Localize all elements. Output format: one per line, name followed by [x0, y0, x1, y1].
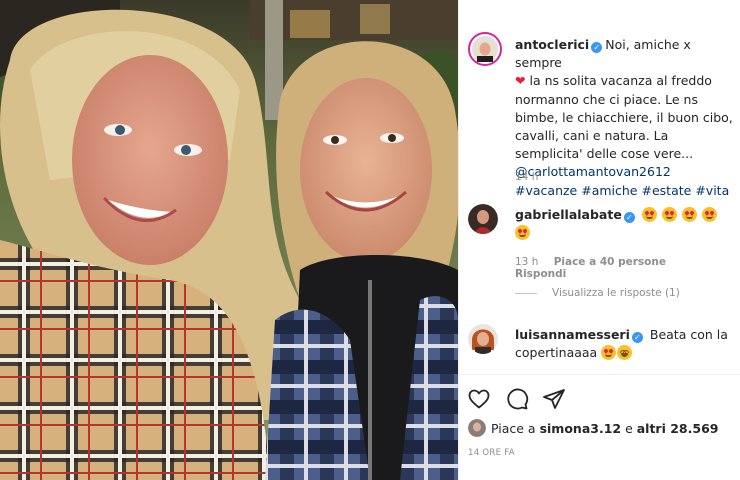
laughing-emoji-icon	[617, 345, 633, 361]
author-username[interactable]: antoclerici	[515, 37, 589, 52]
replies-divider	[515, 292, 537, 294]
post-time: 14 h	[515, 171, 539, 183]
caption-text: la ns solita vacanza al freddo normanno …	[515, 73, 733, 162]
mention-link[interactable]: @carlottamantovan2612	[515, 164, 671, 179]
commenter-avatar[interactable]	[468, 324, 498, 354]
heart-eyes-emoji-icon	[661, 207, 677, 222]
post-photo	[0, 0, 458, 480]
verified-badge-icon: ✓	[623, 212, 635, 223]
hashtag-link[interactable]: #amiche	[581, 183, 637, 198]
heart-eyes-emoji-icon	[515, 225, 530, 241]
likes-others-link[interactable]: altri 28.569	[637, 421, 719, 436]
like-button[interactable]	[467, 387, 491, 411]
commenter-avatar[interactable]	[468, 204, 498, 234]
heart-icon	[468, 389, 490, 409]
view-replies-button[interactable]: Visualizza le risposte (1)	[515, 287, 680, 299]
comment-time: 13 h	[515, 256, 539, 268]
likes-summary: Piace a simona3.12 e altri 28.569	[491, 421, 718, 436]
share-button[interactable]	[542, 387, 566, 411]
liker-avatar-image	[468, 419, 486, 437]
liker-avatar[interactable]	[468, 419, 486, 437]
verified-badge-icon: ✓	[591, 42, 603, 53]
liker-username[interactable]: simona3.12	[540, 421, 622, 436]
heart-eyes-emoji-icon	[681, 207, 697, 222]
commenter-avatar-image	[468, 324, 498, 354]
heart-eyes-emoji-icon	[641, 207, 657, 222]
commenter-avatar-image	[468, 204, 498, 234]
comment: luisannamesseri ✓ Beata con la copertinaa…	[515, 326, 737, 362]
comment-meta: 13 h Piace a 40 persone Rispondi	[515, 256, 740, 280]
likes-prefix: Piace a	[491, 421, 540, 436]
actions-divider	[458, 374, 740, 375]
commenter-username[interactable]: gabriellalabate	[515, 207, 622, 222]
commenter-username[interactable]: luisannamesseri	[515, 327, 630, 342]
comment-likes-link[interactable]: Piace a 40 persone	[554, 256, 666, 268]
author-avatar[interactable]	[468, 32, 502, 66]
hashtag-link[interactable]: #vacanze	[515, 183, 577, 198]
likes-middle: e	[621, 421, 637, 436]
comment-button[interactable]	[505, 387, 529, 411]
post-timestamp: 14 ORE FA	[468, 448, 515, 458]
author-avatar-image	[472, 36, 498, 62]
hashtag-link[interactable]: #vita	[695, 183, 729, 198]
verified-badge-icon: ✓	[631, 332, 643, 343]
hashtag-link[interactable]: #estate	[642, 183, 692, 198]
comment: gabriellalabate ✓	[515, 206, 737, 242]
post-caption: antoclerici ✓ Noi, amiche x sempre ❤ la ns…	[515, 36, 737, 200]
reply-button[interactable]: Rispondi	[515, 268, 566, 280]
comment-icon	[507, 388, 529, 410]
heart-eyes-emoji-icon	[601, 345, 617, 361]
share-icon	[543, 389, 565, 409]
view-replies-label: Visualizza le risposte (1)	[552, 287, 680, 299]
heart-eyes-emoji-icon	[701, 207, 717, 222]
red-heart-emoji-icon: ❤	[515, 73, 526, 89]
